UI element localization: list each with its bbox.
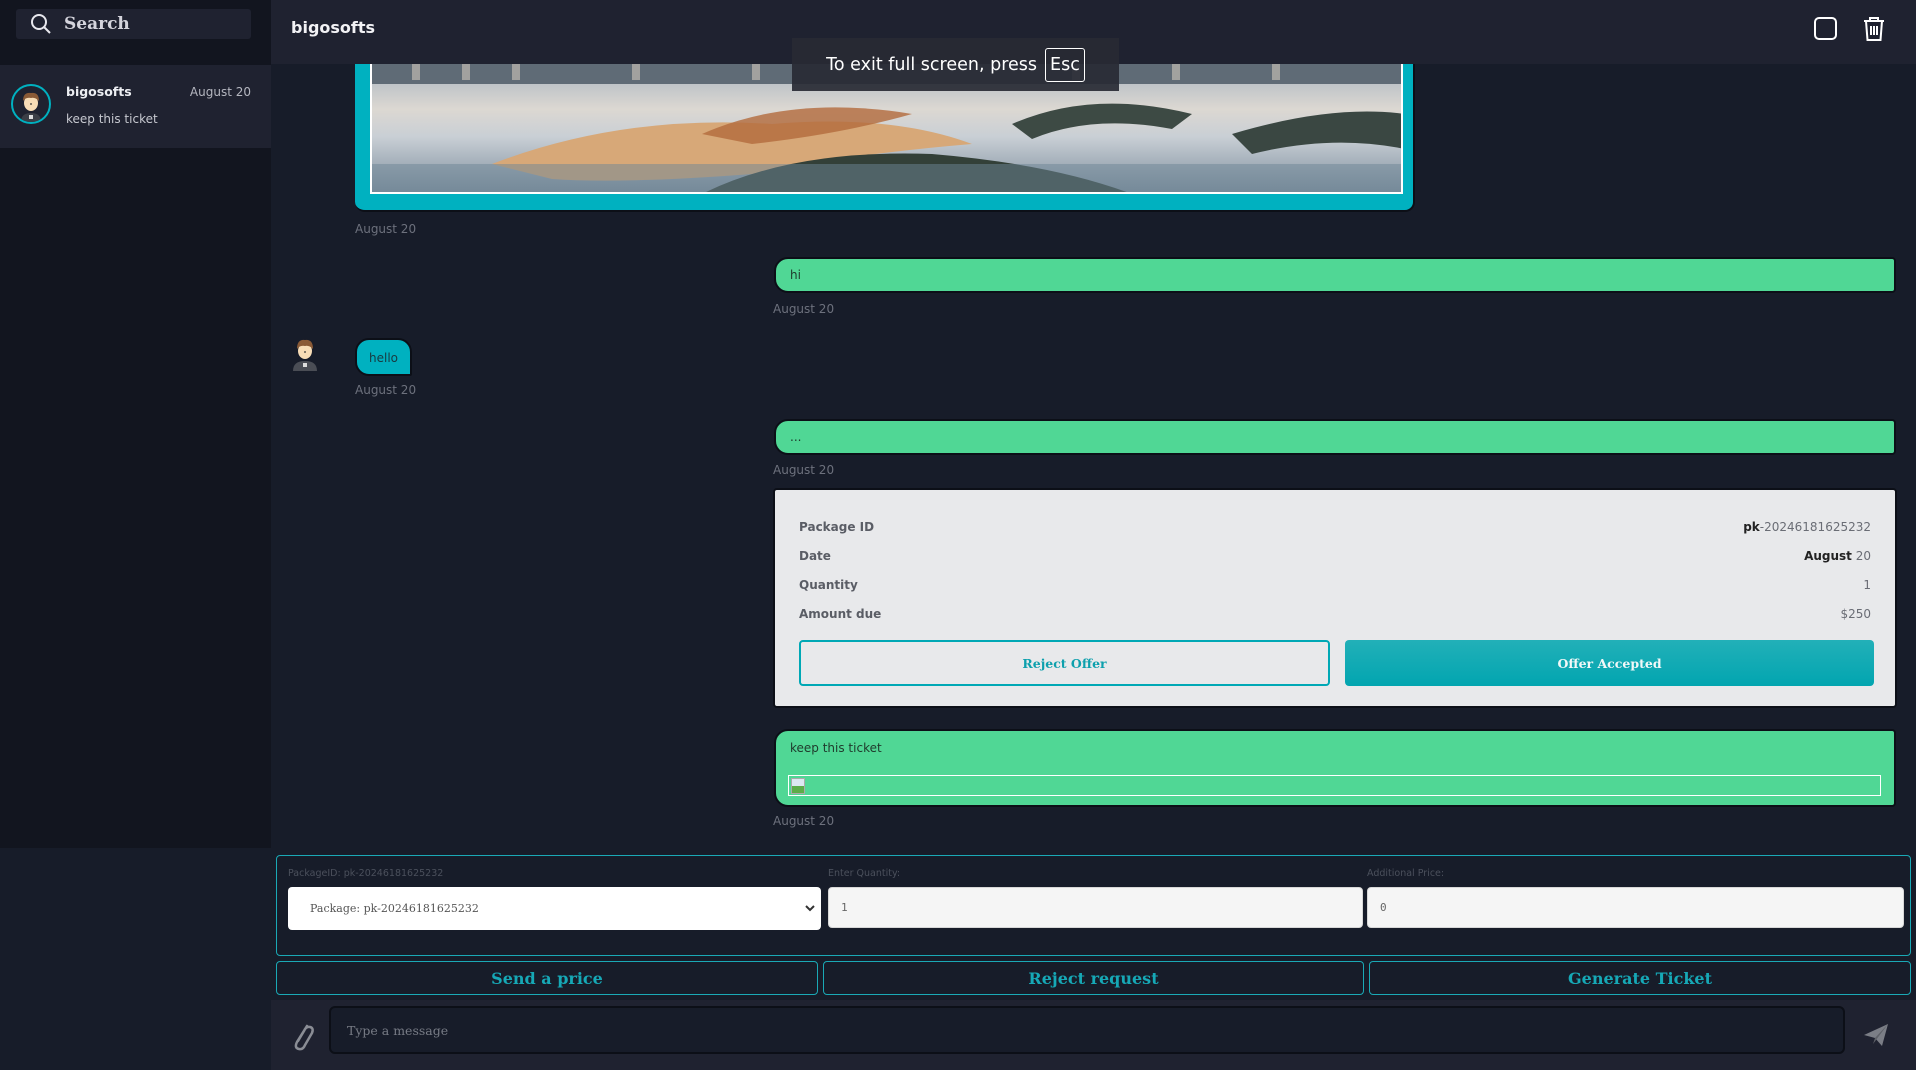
message-text: hello (369, 351, 398, 365)
trash-icon (1864, 17, 1884, 41)
row-label: Date (799, 549, 831, 563)
quantity-row: Quantity 1 (799, 578, 1871, 592)
fullscreen-exit-toast: To exit full screen, press Esc (792, 38, 1119, 91)
quantity-label: Enter Quantity: (828, 868, 901, 879)
package-select[interactable]: Package: pk-20246181625232 (288, 887, 821, 930)
package-offer-card: Package ID pk-20246181625232 Date August… (773, 488, 1897, 708)
amount-due-row: Amount due $250 (799, 607, 1871, 621)
attachment-image[interactable] (788, 775, 1881, 796)
offer-accepted-button[interactable]: Offer Accepted (1345, 640, 1874, 686)
message-timestamp: August 20 (773, 463, 835, 477)
incoming-message[interactable]: hello (355, 338, 412, 376)
conversation-date: August 20 (189, 85, 251, 99)
message-text: ... (790, 430, 802, 444)
message-timestamp: August 20 (773, 302, 835, 316)
send-price-button[interactable]: Send a price (276, 961, 818, 995)
send-icon[interactable] (1862, 1022, 1890, 1048)
user-avatar-icon (21, 92, 41, 122)
package-id-label: PackageID: pk-20246181625232 (288, 868, 444, 879)
message-timestamp: August 20 (355, 222, 417, 236)
row-value: $250 (1840, 607, 1871, 621)
square-icon (1814, 17, 1837, 40)
sender-avatar-icon (293, 339, 317, 371)
message-timestamp: August 20 (773, 814, 835, 828)
paperclip-icon[interactable] (289, 1018, 315, 1052)
conversation-item[interactable]: bigosofts August 20 keep this ticket (0, 65, 271, 148)
row-label: Quantity (799, 578, 858, 592)
reject-offer-button[interactable]: Reject Offer (799, 640, 1330, 686)
conversation-preview: keep this ticket (66, 112, 158, 126)
delete-button[interactable] (1860, 15, 1888, 43)
search-input[interactable] (64, 14, 244, 34)
broken-image-icon (791, 778, 805, 794)
search-icon (31, 14, 51, 34)
chat-app: bigosofts August 20 keep this ticket big… (0, 0, 1916, 1070)
package-id-row: Package ID pk-20246181625232 (799, 520, 1871, 534)
additional-price-label: Additional Price: (1367, 868, 1445, 879)
avatar (11, 84, 51, 124)
toast-text: To exit full screen, press (826, 54, 1038, 75)
message-text: keep this ticket (790, 741, 882, 755)
message-timestamp: August 20 (355, 383, 417, 397)
row-label: Package ID (799, 520, 875, 534)
chat-title: bigosofts (291, 18, 376, 37)
search-box[interactable] (16, 9, 251, 39)
sidebar: bigosofts August 20 keep this ticket (0, 0, 271, 848)
additional-price-input[interactable] (1367, 887, 1904, 928)
message-input[interactable] (329, 1006, 1845, 1054)
generate-ticket-button[interactable]: Generate Ticket (1369, 961, 1911, 995)
row-value: August 20 (1804, 549, 1871, 563)
quantity-input[interactable] (828, 887, 1363, 928)
esc-key: Esc (1045, 47, 1085, 82)
date-row: Date August 20 (799, 549, 1871, 563)
reject-request-button[interactable]: Reject request (823, 961, 1364, 995)
outgoing-message[interactable]: ... (774, 419, 1896, 455)
row-value: 1 (1863, 578, 1871, 592)
outgoing-message[interactable]: hi (774, 257, 1896, 293)
conversation-name: bigosofts (66, 84, 132, 99)
message-text: hi (790, 268, 801, 282)
row-label: Amount due (799, 607, 882, 621)
outgoing-message-with-attachment[interactable]: keep this ticket (774, 729, 1896, 807)
message-list[interactable]: August 20 hi August 20 hello August 20 .… (271, 64, 1916, 848)
message-composer (271, 1000, 1916, 1070)
ticket-form: PackageID: pk-20246181625232 Package: pk… (276, 855, 1911, 956)
select-button[interactable] (1812, 15, 1840, 43)
row-value: pk-20246181625232 (1743, 520, 1871, 534)
